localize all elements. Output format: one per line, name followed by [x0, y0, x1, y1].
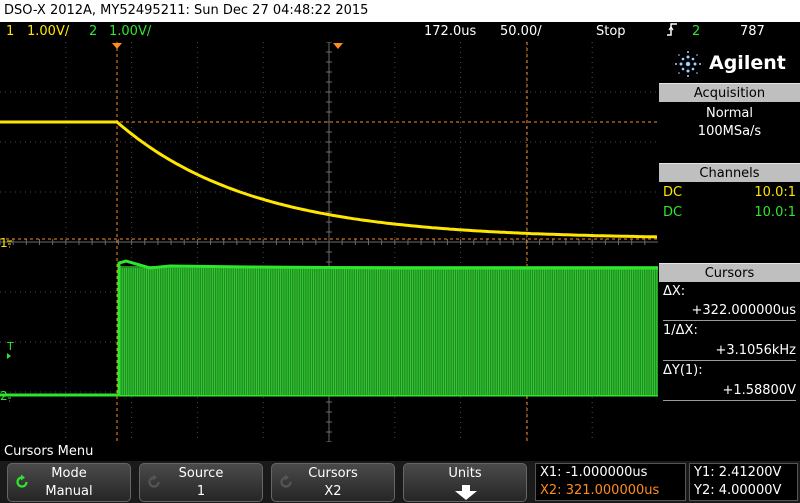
window-title: DSO-X 2012A, MY52495211: Sun Dec 27 04:4… — [0, 0, 800, 22]
time-scale-unit: / — [537, 24, 542, 39]
ch1-coupling: DC — [663, 185, 683, 200]
delta-y-label: ΔY(1): — [663, 363, 703, 378]
acquisition-header[interactable]: Acquisition — [659, 83, 800, 102]
units-softkey-label: Units — [448, 466, 482, 481]
spark-icon — [675, 51, 701, 77]
acquisition-mode: Normal — [705, 106, 754, 121]
divider — [663, 360, 796, 361]
delta-x-value: +322.000000us — [691, 303, 796, 318]
ch1-scale[interactable]: 1.00V/ — [27, 22, 69, 41]
cursors-softkey-value: X2 — [324, 484, 342, 499]
ch2-coupling: DC — [663, 205, 683, 220]
ch2-scale[interactable]: 1.00V/ — [109, 22, 151, 41]
svg-text:T: T — [6, 340, 14, 353]
menu-title: Cursors Menu — [4, 444, 94, 459]
brand-name: Agilent — [709, 52, 786, 74]
down-arrow-icon — [455, 485, 477, 500]
trigger-channel[interactable]: 2 — [692, 22, 700, 41]
time-scale-value: 50.00 — [500, 24, 538, 39]
y2-readout: Y2: 4.00000V — [694, 483, 782, 498]
acquisition-rate: 100MSa/s — [697, 124, 762, 139]
time-delay-unit: us — [461, 24, 477, 39]
cursors-softkey[interactable]: Cursors X2 — [271, 463, 395, 502]
trigger-level[interactable]: 787 — [740, 22, 765, 41]
time-scale[interactable]: 50.00/ — [500, 22, 542, 41]
delta-x-label: ΔX: — [663, 284, 686, 299]
inverse-delta-x-label: 1/ΔX: — [663, 323, 698, 338]
svg-text:2: 2 — [0, 389, 8, 403]
inverse-delta-x-value: +3.1056kHz — [715, 343, 796, 358]
source-softkey-value: 1 — [196, 484, 206, 499]
delta-y-value: +1.58800V — [722, 383, 796, 398]
cursors-header[interactable]: Cursors — [659, 263, 800, 282]
cursors-softkey-label: Cursors — [308, 466, 358, 481]
units-softkey[interactable]: Units — [403, 463, 527, 502]
x1-readout: X1: -1.000000us — [540, 465, 648, 480]
time-delay-value: 172.0 — [424, 24, 462, 39]
divider — [663, 320, 796, 321]
channels-header[interactable]: Channels — [659, 163, 800, 182]
svg-text:1: 1 — [0, 236, 8, 250]
y1-readout: Y1: 2.41200V — [694, 465, 782, 480]
ch2-probe: 10.0:1 — [754, 205, 796, 220]
x2-readout: X2: 321.000000us — [540, 483, 660, 498]
time-delay[interactable]: 172.0us — [424, 22, 476, 41]
waveform-display[interactable]: 1 T 2 — [0, 41, 658, 443]
ch2-number[interactable]: 2 — [89, 22, 97, 41]
graticule: 1 T 2 — [0, 41, 658, 443]
side-panel: Agilent Acquisition Normal 100MSa/s Chan… — [659, 42, 800, 442]
source-softkey-label: Source — [178, 466, 224, 481]
status-bar: 1 1.00V/ 2 1.00V/ 172.0us 50.00/ Stop 2 … — [0, 22, 800, 41]
mode-softkey-value: Manual — [45, 484, 93, 499]
run-state[interactable]: Stop — [596, 22, 626, 41]
ch1-probe: 10.0:1 — [754, 185, 796, 200]
ch1-number[interactable]: 1 — [6, 22, 14, 41]
mode-softkey-label: Mode — [51, 466, 87, 481]
agilent-logo: Agilent — [659, 46, 800, 82]
divider — [663, 400, 796, 401]
source-softkey[interactable]: Source 1 — [139, 463, 263, 502]
x-cursor-readout: X1: -1.000000us X2: 321.000000us — [535, 463, 686, 501]
rising-edge-icon — [666, 22, 678, 43]
mode-softkey[interactable]: Mode Manual — [7, 463, 131, 502]
y-cursor-readout: Y1: 2.41200V Y2: 4.00000V — [689, 463, 798, 501]
